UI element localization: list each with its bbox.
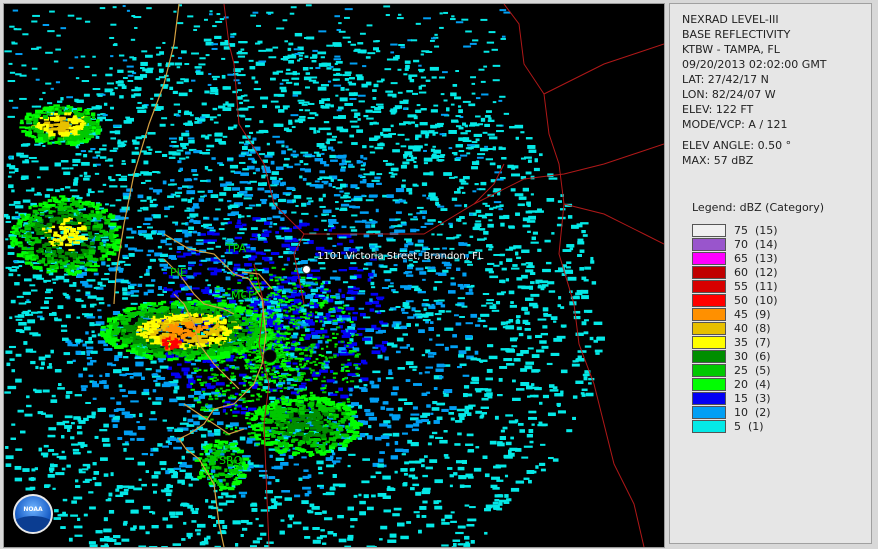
legend-label: 15 (3): [734, 391, 771, 405]
legend-swatch: [692, 405, 726, 419]
legend-row: 50 (10): [692, 293, 778, 307]
legend-label: 75 (15): [734, 223, 778, 237]
radar-canvas: [4, 4, 664, 547]
legend-swatch: [692, 307, 726, 321]
reflectivity-echoes: [4, 4, 605, 547]
max-reflectivity: MAX: 57 dBZ: [682, 154, 754, 167]
legend-row: 55 (11): [692, 279, 778, 293]
airport-label-srq: SRQ: [219, 454, 243, 467]
legend-row: 5 (1): [692, 419, 778, 433]
legend-label: 60 (12): [734, 265, 778, 279]
legend-row: 40 (8): [692, 321, 778, 335]
scan-mode: MODE/VCP: A / 121: [682, 118, 788, 131]
product-title: NEXRAD LEVEL-III: [682, 13, 779, 26]
location-label: 1101 Victoria Street, Brandon, FL: [317, 251, 484, 262]
legend-swatch: [692, 237, 726, 251]
legend-swatch: [692, 419, 726, 433]
legend-row: 10 (2): [692, 405, 778, 419]
scan-timestamp: 09/20/2013 02:02:00 GMT: [682, 58, 827, 71]
legend-swatch: [692, 363, 726, 377]
info-panel: NEXRAD LEVEL-III BASE REFLECTIVITY KTBW …: [669, 3, 872, 544]
legend-label: 25 (5): [734, 363, 771, 377]
noaa-logo-text: NOAA: [23, 506, 43, 513]
radar-metadata: NEXRAD LEVEL-III BASE REFLECTIVITY KTBW …: [682, 12, 827, 168]
legend-label: 45 (9): [734, 307, 771, 321]
window-frame: TPA PIE MCF SRQ 1101 Victoria Street, Br…: [0, 0, 878, 549]
station-longitude: LON: 82/24/07 W: [682, 88, 776, 101]
legend-row: 15 (3): [692, 391, 778, 405]
station-latitude: LAT: 27/42/17 N: [682, 73, 769, 86]
legend-label: 20 (4): [734, 377, 771, 391]
legend-label: 55 (11): [734, 279, 778, 293]
legend-label: 30 (6): [734, 349, 771, 363]
legend-row: 70 (14): [692, 237, 778, 251]
elevation-angle: ELEV ANGLE: 0.50 °: [682, 139, 792, 152]
product-type: BASE REFLECTIVITY: [682, 28, 791, 41]
radar-site-marker: [263, 349, 277, 363]
legend-swatch: [692, 349, 726, 363]
location-marker[interactable]: [302, 265, 311, 274]
legend-label: 50 (10): [734, 293, 778, 307]
legend-row: 25 (5): [692, 363, 778, 377]
legend-swatch: [692, 293, 726, 307]
legend-label: 10 (2): [734, 405, 771, 419]
color-legend: 75 (15) 70 (14) 65 (13) 60 (12) 55 (11) 50 (1…: [692, 223, 778, 433]
legend-row: 45 (9): [692, 307, 778, 321]
legend-label: 5 (1): [734, 419, 764, 433]
legend-swatch: [692, 223, 726, 237]
legend-title: Legend: dBZ (Category): [692, 201, 824, 214]
legend-row: 30 (6): [692, 349, 778, 363]
radar-map[interactable]: TPA PIE MCF SRQ 1101 Victoria Street, Br…: [3, 3, 665, 548]
legend-swatch: [692, 321, 726, 335]
legend-label: 35 (7): [734, 335, 771, 349]
station-elevation: ELEV: 122 FT: [682, 103, 754, 116]
legend-swatch: [692, 377, 726, 391]
legend-label: 65 (13): [734, 251, 778, 265]
legend-label: 70 (14): [734, 237, 778, 251]
legend-swatch: [692, 279, 726, 293]
legend-swatch: [692, 335, 726, 349]
airport-label-mcf: MCF: [231, 289, 255, 302]
legend-row: 60 (12): [692, 265, 778, 279]
legend-row: 65 (13): [692, 251, 778, 265]
legend-row: 75 (15): [692, 223, 778, 237]
legend-row: 20 (4): [692, 377, 778, 391]
station-name: KTBW - TAMPA, FL: [682, 43, 780, 56]
legend-swatch: [692, 265, 726, 279]
airport-label-pie: PIE: [170, 266, 187, 279]
noaa-bird-shape: [15, 516, 51, 532]
legend-swatch: [692, 391, 726, 405]
legend-label: 40 (8): [734, 321, 771, 335]
legend-row: 35 (7): [692, 335, 778, 349]
noaa-logo: NOAA: [13, 494, 53, 534]
legend-swatch: [692, 251, 726, 265]
airport-label-tpa: TPA: [226, 242, 247, 255]
